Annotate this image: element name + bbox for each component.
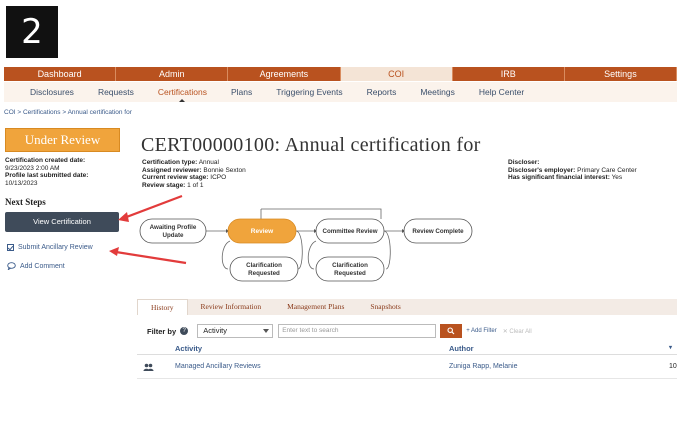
search-button[interactable] — [440, 324, 463, 338]
people-icon — [143, 363, 154, 374]
submitted-date-value: 10/13/2023 — [5, 179, 38, 187]
filter-field-select[interactable]: Activity — [197, 324, 274, 338]
author-value: Zuniga Rapp, Melanie — [449, 363, 518, 370]
next-steps-heading: Next Steps — [5, 197, 46, 207]
certification-details: Certification type: Annual Assigned revi… — [142, 159, 246, 189]
filter-by-label: Filter by — [147, 326, 177, 336]
stage-clarification-2-label: Clarification — [332, 262, 368, 269]
discloser-label: Discloser: — [508, 159, 540, 166]
table-divider — [137, 378, 677, 379]
review-stage-label: Review stage: — [142, 181, 186, 189]
add-filter-link[interactable]: + Add Filter — [466, 328, 497, 334]
tab-dashboard[interactable]: Dashboard — [4, 67, 117, 81]
sort-down-icon[interactable]: ▾ — [669, 344, 672, 351]
stage-awaiting-profile-update — [139, 218, 207, 244]
current-stage-label: Current review stage: — [142, 174, 209, 181]
filter-bar: Filter by ? Activity Enter text to searc… — [147, 324, 532, 338]
review-stage-value: 1 of 1 — [187, 181, 204, 189]
tab-management-plans[interactable]: Management Plans — [274, 299, 357, 315]
reviewer-value: Bonnie Sexton — [203, 166, 246, 174]
financial-interest-label: Has significant financial interest: — [508, 174, 610, 181]
financial-interest-value: Yes — [611, 174, 623, 181]
subnav-help-center[interactable]: Help Center — [479, 87, 524, 97]
activity-link[interactable]: Managed Ancillary Reviews — [175, 363, 261, 370]
top-navigation: Dashboard Admin Agreements COI IRB Setti… — [4, 67, 677, 81]
tab-settings[interactable]: Settings — [565, 67, 677, 81]
table-row: Managed Ancillary Reviews Zuniga Rapp, M… — [137, 360, 677, 376]
type-label: Certification type: — [142, 159, 198, 166]
clear-all-link[interactable]: ✕ Clear All — [503, 328, 532, 335]
workflow-diagram: Awaiting Profile Update Review Committee… — [139, 208, 473, 282]
submit-ancillary-review-label: Submit Ancillary Review — [18, 244, 93, 251]
submit-ancillary-review-link[interactable]: Submit Ancillary Review — [7, 244, 93, 251]
search-input[interactable]: Enter text to search — [278, 324, 437, 338]
tab-agreements[interactable]: Agreements — [228, 67, 341, 81]
reviewer-label: Assigned reviewer: — [142, 166, 202, 174]
checkbox-icon — [7, 244, 14, 251]
created-date-value: 9/23/2023 2:00 AM — [5, 164, 60, 172]
stage-clarification-1-label: Clarification — [246, 262, 282, 269]
subnav-plans[interactable]: Plans — [231, 87, 252, 97]
comment-icon — [7, 262, 16, 270]
tab-irb[interactable]: IRB — [453, 67, 565, 81]
tab-review-information[interactable]: Review Information — [188, 299, 275, 315]
history-table-header: Activity Author ▾ — [137, 340, 677, 355]
column-activity[interactable]: Activity — [175, 344, 202, 353]
tab-snapshots[interactable]: Snapshots — [357, 299, 413, 315]
add-comment-label: Add Comment — [20, 262, 65, 270]
subnav-triggering-events[interactable]: Triggering Events — [276, 87, 342, 97]
arrowhead-icon — [109, 247, 119, 256]
stage-awaiting-label: Awaiting Profile — [150, 224, 197, 231]
submitted-date-label: Profile last submitted date: — [5, 172, 89, 179]
stage-clarification-requested-2 — [315, 256, 385, 282]
sub-navigation: Disclosures Requests Certifications Plan… — [4, 82, 677, 102]
certification-dates: Certification created date: 9/23/2023 2:… — [5, 157, 88, 187]
view-certification-button[interactable]: View Certification — [5, 212, 119, 232]
search-icon — [447, 327, 455, 335]
filter-field-value: Activity — [203, 326, 227, 335]
row-extra-value: 10 — [669, 363, 677, 370]
employer-value: Primary Care Center — [577, 166, 637, 174]
subnav-certifications[interactable]: Certifications — [158, 87, 207, 102]
stage-clarification-requested-1 — [229, 256, 299, 282]
stage-committee-label: Committee Review — [322, 228, 377, 235]
created-date-label: Certification created date: — [5, 157, 86, 164]
breadcrumb[interactable]: COI > Certifications > Annual certificat… — [4, 109, 132, 116]
subnav-meetings[interactable]: Meetings — [420, 87, 455, 97]
employer-label: Discloser's employer: — [508, 166, 576, 174]
stage-review-label: Review — [251, 228, 274, 235]
arrowhead-icon — [118, 212, 129, 222]
stage-clarification-2-label-2: Requested — [334, 270, 366, 277]
type-value: Annual — [198, 159, 219, 166]
discloser-details: Discloser: Discloser's employer: Primary… — [508, 159, 637, 182]
add-comment-link[interactable]: Add Comment — [7, 262, 65, 270]
stage-awaiting-label-2: Update — [163, 232, 185, 239]
tab-admin[interactable]: Admin — [116, 67, 229, 81]
step-number-badge: 2 — [6, 6, 58, 58]
column-author[interactable]: Author — [449, 344, 474, 353]
tab-history[interactable]: History — [137, 299, 188, 315]
tab-coi[interactable]: COI — [340, 67, 453, 81]
subnav-reports[interactable]: Reports — [367, 87, 397, 97]
stage-complete-label: Review Complete — [412, 228, 464, 235]
stage-clarification-1-label-2: Requested — [248, 270, 280, 277]
chevron-down-icon — [263, 329, 270, 333]
status-badge: Under Review — [5, 128, 120, 152]
subnav-disclosures[interactable]: Disclosures — [30, 87, 74, 97]
current-stage-value: ICPO — [210, 174, 227, 181]
help-icon[interactable]: ? — [180, 327, 189, 335]
detail-tabs: History Review Information Management Pl… — [137, 299, 677, 315]
subnav-requests[interactable]: Requests — [98, 87, 134, 97]
page-title: CERT00000100: Annual certification for — [141, 134, 481, 156]
